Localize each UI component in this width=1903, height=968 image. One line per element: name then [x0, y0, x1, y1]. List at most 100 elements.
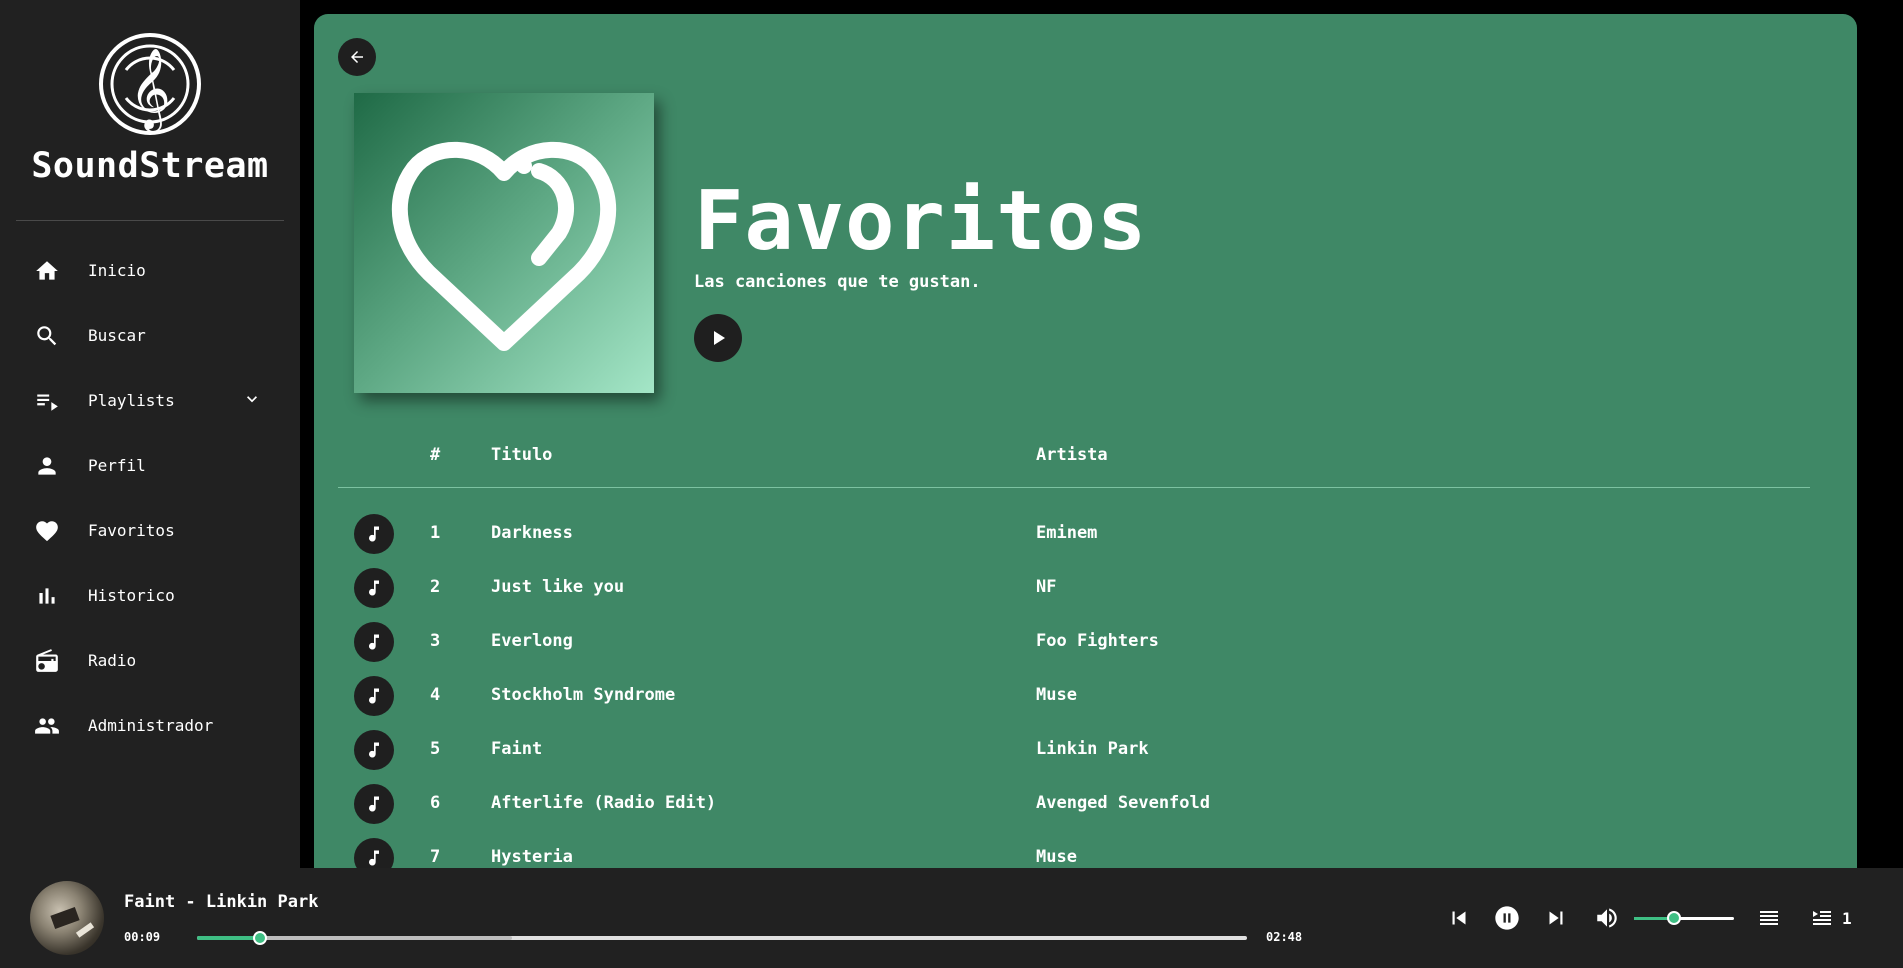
music-note-icon — [369, 796, 379, 812]
progress-thumb[interactable] — [253, 931, 267, 945]
page-title: Favoritos — [694, 174, 1148, 269]
sidebar-item-favoritos[interactable]: Favoritos — [0, 498, 300, 563]
chevron-down-icon[interactable] — [242, 389, 262, 413]
track-artist: Foo Fighters — [1036, 631, 1159, 651]
logo: 𝄞 SoundStream — [0, 32, 300, 186]
next-button[interactable] — [1541, 903, 1571, 933]
track-artist: Avenged Sevenfold — [1036, 793, 1210, 813]
heart-outline-icon — [391, 141, 617, 351]
queue-icon — [1813, 911, 1831, 925]
progress-fill — [197, 936, 260, 940]
sidebar-item-label: Historico — [88, 586, 175, 605]
track-number: 6 — [430, 793, 441, 813]
play-track-button[interactable] — [354, 514, 394, 554]
sidebar-item-label: Perfil — [88, 456, 146, 475]
people-icon — [33, 712, 61, 740]
table-row[interactable]: 5 Faint Linkin Park — [338, 724, 1810, 778]
column-header-title: Titulo — [491, 445, 553, 465]
sidebar-item-label: Radio — [88, 651, 137, 670]
sidebar-item-administrador[interactable]: Administrador — [0, 693, 300, 758]
queue-button[interactable]: 1 — [1810, 903, 1852, 933]
sidebar-item-buscar[interactable]: Buscar — [0, 303, 300, 368]
track-number: 3 — [430, 631, 441, 651]
skip-next-icon — [1549, 911, 1563, 925]
sidebar-item-label: Inicio — [88, 261, 146, 280]
album-art — [30, 881, 104, 955]
list-icon — [1760, 911, 1778, 925]
skip-previous-icon — [1452, 911, 1466, 925]
sidebar: 𝄞 SoundStream Inicio Buscar Playlists Pe… — [0, 0, 300, 868]
track-title: Darkness — [491, 523, 573, 543]
table-header: # Titulo Artista — [338, 444, 1810, 488]
track-number: 5 — [430, 739, 441, 759]
home-icon — [33, 257, 61, 285]
playlist-cover — [354, 93, 654, 393]
treble-clef-logo-icon: 𝄞 — [99, 33, 201, 135]
table-row[interactable]: 2 Just like you NF — [338, 562, 1810, 616]
track-number: 1 — [430, 523, 441, 543]
track-artist: NF — [1036, 577, 1057, 597]
pause-circle-icon — [1495, 906, 1519, 930]
heart-icon — [33, 517, 61, 545]
play-track-button[interactable] — [354, 622, 394, 662]
music-note-icon — [369, 688, 379, 704]
radio-icon — [33, 647, 61, 675]
lyrics-button[interactable] — [1754, 903, 1784, 933]
progress-slider[interactable] — [197, 931, 1247, 945]
table-row[interactable]: 6 Afterlife (Radio Edit) Avenged Sevenfo… — [338, 778, 1810, 832]
sidebar-item-perfil[interactable]: Perfil — [0, 433, 300, 498]
pause-button[interactable] — [1492, 903, 1522, 933]
play-track-button[interactable] — [354, 784, 394, 824]
table-row[interactable]: 3 Everlong Foo Fighters — [338, 616, 1810, 670]
column-header-number: # — [430, 445, 441, 465]
track-artist: Muse — [1036, 685, 1077, 705]
track-title: Just like you — [491, 577, 625, 597]
sidebar-item-label: Administrador — [88, 716, 214, 735]
music-note-icon — [369, 850, 379, 866]
track-artist: Muse — [1036, 847, 1077, 867]
search-icon — [33, 322, 61, 350]
player-bar: Faint - Linkin Park 00:09 02:48 1 — [0, 868, 1903, 968]
track-number: 4 — [430, 685, 441, 705]
track-title: Stockholm Syndrome — [491, 685, 676, 705]
app-name: SoundStream — [31, 146, 269, 186]
volume-slider[interactable] — [1634, 911, 1734, 925]
play-track-button[interactable] — [354, 676, 394, 716]
track-artist: Linkin Park — [1036, 739, 1149, 759]
track-number: 2 — [430, 577, 441, 597]
sidebar-item-radio[interactable]: Radio — [0, 628, 300, 693]
previous-button[interactable] — [1444, 903, 1474, 933]
sidebar-nav: Inicio Buscar Playlists Perfil Favoritos… — [0, 238, 300, 758]
track-number: 7 — [430, 847, 441, 867]
track-artist: Eminem — [1036, 523, 1098, 543]
column-header-artist: Artista — [1036, 445, 1108, 465]
sidebar-divider — [16, 220, 284, 221]
table-row[interactable]: 1 Darkness Eminem — [338, 508, 1810, 562]
music-note-icon — [369, 526, 379, 542]
track-title: Faint — [491, 739, 543, 759]
back-button[interactable] — [338, 38, 376, 76]
volume-thumb[interactable] — [1667, 911, 1681, 925]
play-track-button[interactable] — [354, 730, 394, 770]
sidebar-item-label: Playlists — [88, 391, 175, 410]
svg-text:𝄞: 𝄞 — [129, 47, 170, 132]
volume-up-icon — [1597, 908, 1617, 928]
sidebar-item-historico[interactable]: Historico — [0, 563, 300, 628]
current-time: 00:09 — [124, 930, 161, 944]
person-icon — [33, 452, 61, 480]
total-time: 02:48 — [1266, 930, 1303, 944]
track-title: Everlong — [491, 631, 573, 651]
queue-count: 1 — [1842, 908, 1852, 928]
sidebar-item-playlists[interactable]: Playlists — [0, 368, 300, 433]
volume-button[interactable] — [1592, 903, 1622, 933]
arrow-left-icon — [351, 51, 363, 63]
bar-chart-icon — [33, 582, 61, 610]
track-title: Afterlife (Radio Edit) — [491, 793, 717, 813]
playlist-description: Las canciones que te gustan. — [694, 272, 981, 292]
table-row[interactable]: 4 Stockholm Syndrome Muse — [338, 670, 1810, 724]
play-track-button[interactable] — [354, 568, 394, 608]
music-note-icon — [369, 634, 379, 650]
sidebar-item-inicio[interactable]: Inicio — [0, 238, 300, 303]
play-playlist-button[interactable] — [694, 314, 742, 362]
music-note-icon — [369, 580, 379, 596]
